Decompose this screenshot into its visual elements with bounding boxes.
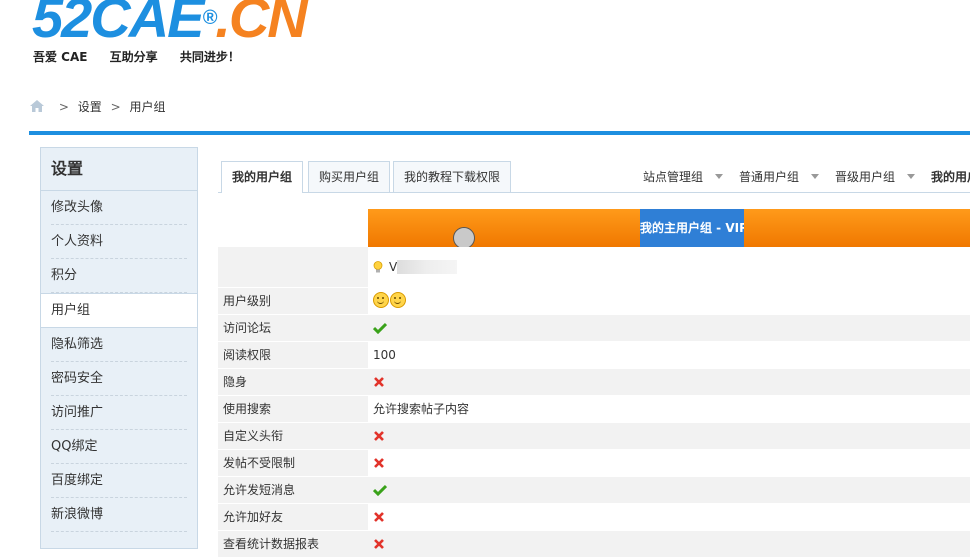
slogan-1: 吾爱 CAE (33, 50, 88, 64)
usergroup-table: V 用户级别 访问论坛 阅读权限 100 隐身 使用搜索 允许搜索帖子内容 自定… (218, 247, 970, 558)
row-key (218, 247, 368, 287)
content-frame: 设置 修改头像 个人资料 积分 用户组 隐私筛选 密码安全 访问推广 QQ绑定 … (29, 131, 970, 558)
sidebar-item-avatar[interactable]: 修改头像 (51, 191, 187, 225)
sidebar-item-usergroup[interactable]: 用户组 (41, 293, 197, 328)
row-value (368, 423, 970, 449)
smiley-icon (373, 292, 389, 308)
table-row: 访问论坛 (218, 315, 970, 342)
check-icon (372, 317, 388, 335)
table-row: 阅读权限 100 (218, 342, 970, 369)
settings-sidebar: 设置 修改头像 个人资料 积分 用户组 隐私筛选 密码安全 访问推广 QQ绑定 … (40, 147, 198, 549)
cross-icon (373, 533, 385, 549)
chevron-down-icon (811, 174, 820, 179)
main-usergroup-label: 我的主用户组 - VIP (640, 209, 744, 247)
row-key: 用户级别 (218, 288, 368, 314)
tab-my-usergroup[interactable]: 我的用户组 (221, 161, 304, 193)
table-row: 自定义头衔 (218, 423, 970, 450)
sidebar-title: 设置 (41, 148, 197, 191)
row-value (368, 531, 970, 557)
slogan-2: 互助分享 (109, 50, 158, 64)
row-value (368, 369, 970, 395)
cross-icon (373, 371, 385, 387)
group-promotion[interactable]: 晋级用户组 (835, 168, 916, 185)
group-label: 晋级用户组 (835, 170, 896, 184)
check-icon (372, 479, 388, 497)
row-key: 发帖不受限制 (218, 450, 368, 476)
site-header: 52CAE®.CN 吾爱 CAE 互助分享 共同进步！ (0, 0, 970, 80)
row-key: 使用搜索 (218, 396, 368, 422)
chevron-down-icon (907, 174, 916, 179)
logo-text: 52CAE (32, 0, 205, 49)
breadcrumb-settings[interactable]: 设置 (78, 100, 102, 114)
logo-reg: ® (202, 7, 218, 29)
row-value (368, 504, 970, 530)
table-row: V (218, 247, 970, 288)
breadcrumb-sep: > (110, 100, 121, 114)
group-label: 站点管理组 (643, 170, 704, 184)
table-row: 允许加好友 (218, 504, 970, 531)
breadcrumb-sep: > (58, 100, 69, 114)
tab-buy-usergroup[interactable]: 购买用户组 (308, 161, 391, 192)
chevron-down-icon (715, 174, 724, 179)
table-row: 发帖不受限制 (218, 450, 970, 477)
cross-icon (373, 425, 385, 441)
sidebar-item-qq[interactable]: QQ绑定 (51, 430, 187, 464)
sidebar-item-baidu[interactable]: 百度绑定 (51, 464, 187, 498)
tab-download-permission[interactable]: 我的教程下载权限 (393, 161, 512, 192)
smiley-icon (390, 292, 406, 308)
logo-suffix: .CN (215, 0, 307, 49)
slogan-3: 共同进步！ (179, 50, 240, 64)
sidebar-item-weibo[interactable]: 新浪微博 (51, 498, 187, 532)
table-row: 使用搜索 允许搜索帖子内容 (218, 396, 970, 423)
row-key: 允许发短消息 (218, 477, 368, 503)
row-key: 查看统计数据报表 (218, 531, 368, 557)
row-value: 允许搜索帖子内容 (373, 402, 470, 416)
mouse-cursor (453, 227, 475, 249)
group-site-admin[interactable]: 站点管理组 (643, 168, 724, 185)
row-value: 100 (373, 348, 396, 362)
row-key: 允许加好友 (218, 504, 368, 530)
site-logo[interactable]: 52CAE®.CN (32, 0, 308, 50)
row-key: 自定义头衔 (218, 423, 368, 449)
level-text: V (389, 260, 398, 274)
bulb-icon (373, 249, 383, 273)
sidebar-item-privacy[interactable]: 隐私筛选 (51, 328, 187, 362)
sidebar-item-password[interactable]: 密码安全 (51, 362, 187, 396)
group-label: 普通用户组 (739, 170, 800, 184)
tab-bar: 我的用户组 购买用户组 我的教程下载权限 站点管理组 普通用户组 晋级用户组 我… (218, 161, 970, 193)
sidebar-item-promotion[interactable]: 访问推广 (51, 396, 187, 430)
row-value: V (368, 247, 970, 287)
cross-icon (373, 506, 385, 522)
row-value (368, 477, 970, 503)
row-key: 阅读权限 (218, 342, 368, 368)
breadcrumb: > 设置 > 用户组 (30, 99, 165, 115)
sidebar-item-credits[interactable]: 积分 (51, 259, 187, 293)
table-row: 隐身 (218, 369, 970, 396)
home-icon[interactable] (30, 100, 44, 112)
group-label: 我的用户 (931, 170, 970, 184)
table-row: 用户级别 (218, 288, 970, 315)
slogans: 吾爱 CAE 互助分享 共同进步！ (33, 48, 258, 65)
sidebar-item-profile[interactable]: 个人资料 (51, 225, 187, 259)
group-normal[interactable]: 普通用户组 (739, 168, 820, 185)
row-key: 隐身 (218, 369, 368, 395)
blurred-name (397, 260, 458, 274)
cross-icon (373, 452, 385, 468)
group-mine[interactable]: 我的用户 (931, 168, 970, 185)
row-value (368, 450, 970, 476)
row-value (368, 288, 970, 314)
breadcrumb-usergroup[interactable]: 用户组 (129, 100, 165, 114)
table-row: 允许发短消息 (218, 477, 970, 504)
row-key: 访问论坛 (218, 315, 368, 341)
row-value (368, 315, 970, 341)
table-row: 查看统计数据报表 (218, 531, 970, 558)
